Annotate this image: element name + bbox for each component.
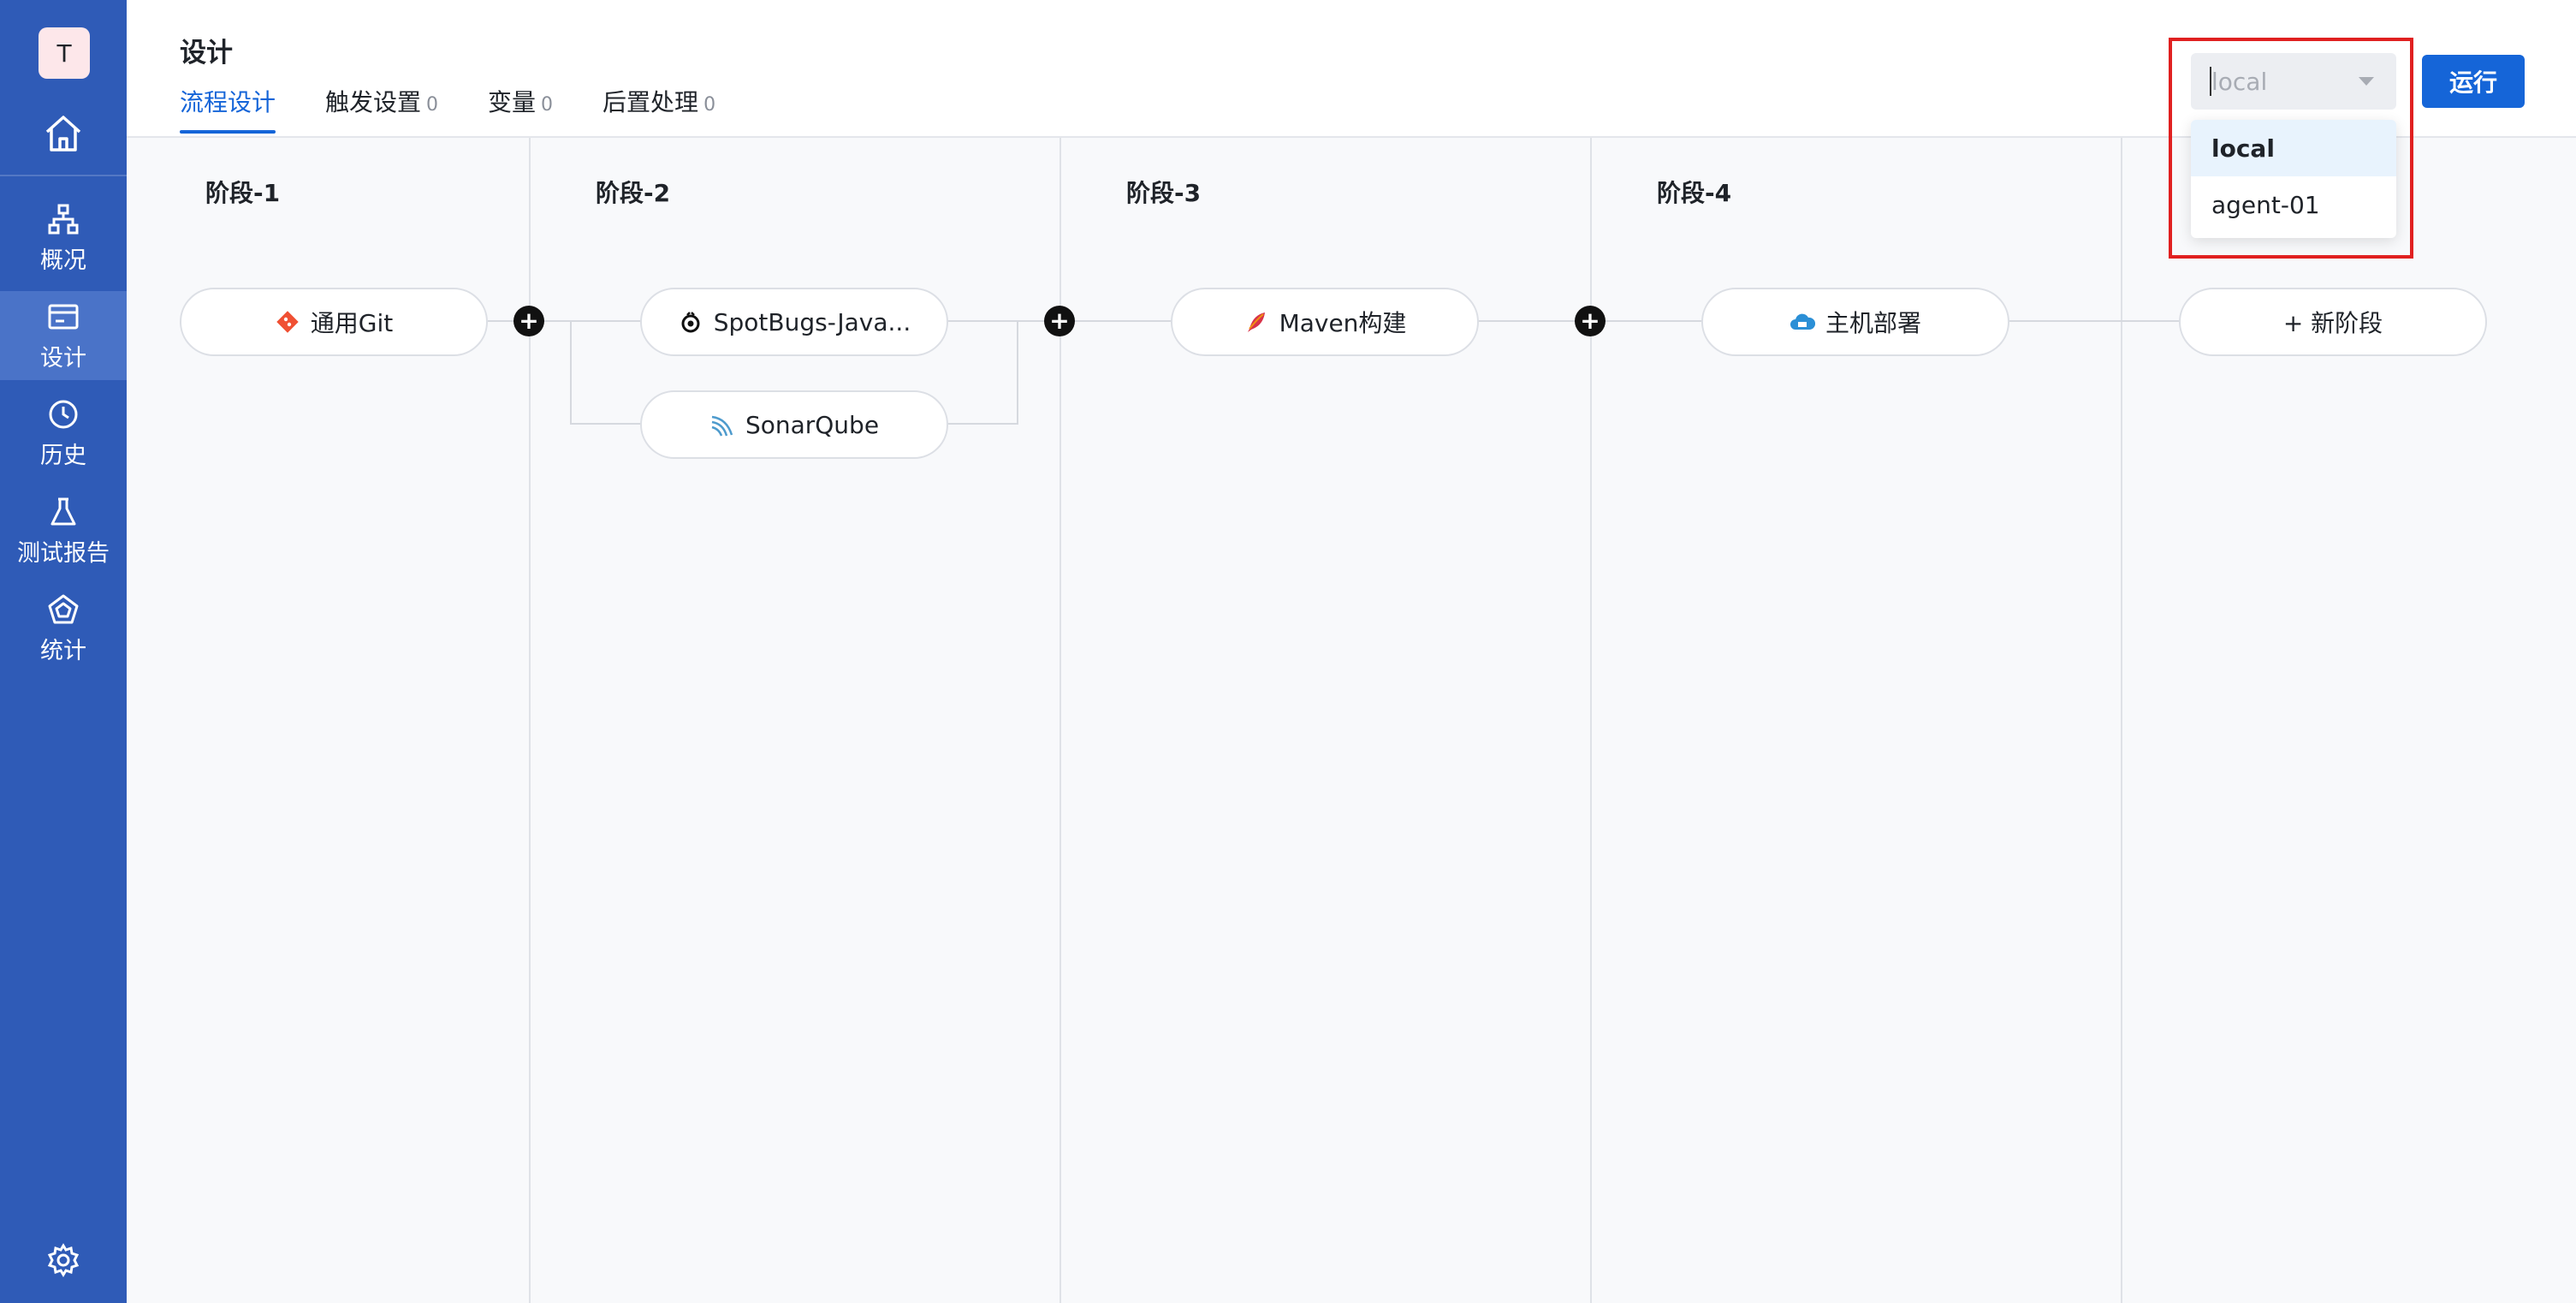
tab-count: 0	[541, 94, 554, 116]
runner-select-placeholder: local	[2211, 67, 2268, 96]
task-maven-build[interactable]: Maven构建	[1171, 288, 1479, 356]
task-label: SpotBugs-Java...	[713, 307, 911, 336]
runner-select[interactable]: local	[2191, 53, 2396, 110]
runner-option-agent-01[interactable]: agent-01	[2191, 176, 2396, 233]
task-label: SonarQube	[745, 410, 880, 439]
text-cursor	[2210, 67, 2211, 96]
home-icon[interactable]	[39, 110, 87, 158]
task-spotbugs[interactable]: SpotBugs-Java...	[640, 288, 948, 356]
stage-title[interactable]: 阶段-3	[1126, 175, 1201, 209]
task-label: 主机部署	[1825, 309, 1921, 337]
runner-dropdown: local agent-01	[2191, 120, 2396, 238]
tab-count: 0	[703, 94, 716, 116]
sidebar: T 概况 设计 历史 测试报告 统计	[0, 0, 127, 1303]
flask-icon	[46, 495, 80, 529]
git-icon	[275, 309, 300, 335]
tab-label: 流程设计	[180, 88, 276, 116]
sidebar-item-design[interactable]: 设计	[0, 291, 127, 380]
avatar[interactable]: T	[39, 27, 90, 79]
feather-icon	[1243, 309, 1269, 335]
network-icon	[46, 202, 80, 236]
flow-connector	[947, 423, 1018, 425]
run-button[interactable]: 运行	[2422, 55, 2525, 108]
tab-label: 变量	[488, 88, 537, 116]
sidebar-item-test-report[interactable]: 测试报告	[0, 486, 127, 575]
tab-post-processing[interactable]: 后置处理 0	[602, 84, 715, 134]
sidebar-item-overview[interactable]: 概况	[0, 193, 127, 283]
stage-title[interactable]: 阶段-4	[1657, 175, 1731, 209]
task-git[interactable]: 通用Git	[180, 288, 488, 356]
task-host-deploy[interactable]: 主机部署	[1701, 288, 2009, 356]
clock-icon	[46, 397, 80, 431]
page-title: 设计	[180, 38, 233, 68]
tab-label: 后置处理	[602, 88, 699, 116]
add-stage-plus-icon[interactable]: +	[1575, 306, 1606, 336]
gear-icon[interactable]	[46, 1243, 80, 1277]
task-sonarqube[interactable]: SonarQube	[640, 390, 948, 459]
flow-connector	[570, 320, 572, 425]
tab-flow-design[interactable]: 流程设计	[180, 84, 276, 134]
add-stage-plus-icon[interactable]: +	[1044, 306, 1075, 336]
sidebar-item-label: 统计	[40, 637, 86, 664]
sidebar-item-history[interactable]: 历史	[0, 389, 127, 478]
pentagon-chart-icon	[46, 592, 80, 627]
card-icon	[46, 300, 80, 334]
sidebar-item-label: 测试报告	[17, 539, 110, 567]
sidebar-divider	[0, 175, 127, 176]
stage-title[interactable]: 阶段-1	[205, 175, 280, 209]
sidebar-item-label: 历史	[40, 442, 86, 469]
tab-label: 触发设置	[325, 88, 422, 116]
add-stage-plus-icon[interactable]: +	[513, 306, 544, 336]
tab-bar: 流程设计 触发设置 0 变量 0 后置处理 0	[180, 84, 765, 134]
sonar-icon	[709, 412, 735, 437]
caret-down-icon	[2359, 77, 2374, 86]
bug-icon	[678, 309, 703, 335]
cloud-icon	[1790, 309, 1815, 335]
sidebar-item-label: 概况	[40, 247, 86, 274]
tab-trigger-settings[interactable]: 触发设置 0	[325, 84, 438, 134]
tab-count: 0	[426, 94, 439, 116]
new-stage-label: + 新阶段	[2282, 309, 2383, 337]
sidebar-item-statistics[interactable]: 统计	[0, 584, 127, 673]
flow-connector	[1017, 320, 1018, 425]
flow-connector	[570, 423, 642, 425]
tab-variables[interactable]: 变量 0	[488, 84, 553, 134]
task-label: 通用Git	[310, 309, 394, 337]
stage-title[interactable]: 阶段-2	[596, 175, 670, 209]
task-label: Maven构建	[1279, 309, 1407, 337]
sidebar-item-label: 设计	[40, 344, 86, 372]
runner-option-local[interactable]: local	[2191, 120, 2396, 176]
new-stage-button[interactable]: + 新阶段	[2179, 288, 2487, 356]
